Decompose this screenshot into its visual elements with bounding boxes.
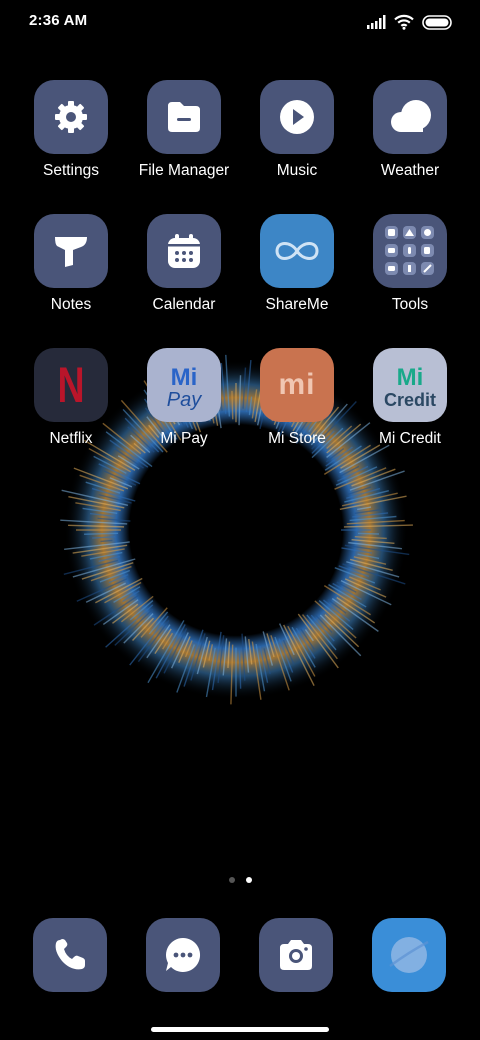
app-label: Notes	[50, 296, 92, 313]
app-label: Mi Store	[268, 430, 326, 447]
mi-credit-logo-credit: Credit	[383, 390, 436, 410]
tools-grid-icon	[373, 214, 447, 288]
infinity-icon	[260, 214, 334, 288]
app-settings[interactable]: Settings	[16, 80, 126, 180]
app-label: Tools	[391, 296, 429, 313]
app-file-manager[interactable]: File Manager	[129, 80, 239, 180]
phone-icon	[55, 939, 85, 970]
app-label: Calendar	[152, 296, 216, 313]
battery-icon	[422, 14, 452, 30]
netflix-logo-text: N	[57, 357, 85, 413]
dock-messaging[interactable]	[146, 918, 220, 992]
signal-icon	[367, 15, 386, 29]
app-music[interactable]: Music	[242, 80, 352, 180]
app-label: Settings	[42, 162, 99, 179]
app-notes[interactable]: Notes	[16, 214, 126, 314]
app-label: Netflix	[49, 430, 93, 447]
app-tools[interactable]: Tools	[355, 214, 465, 314]
app-mi-store[interactable]: mi Mi Store	[242, 348, 352, 448]
cloud-icon	[373, 80, 447, 154]
camera-icon	[280, 940, 312, 970]
app-label: Weather	[380, 162, 440, 179]
page-indicator	[0, 877, 480, 883]
netflix-n-icon: N	[34, 348, 108, 422]
page-dot[interactable]	[228, 877, 235, 883]
app-calendar[interactable]: Calendar	[129, 214, 239, 314]
browser-icon	[389, 937, 429, 973]
mi-credit-logo-icon: Mi Credit	[373, 348, 447, 422]
messaging-icon	[166, 937, 201, 972]
status-time: 2:36 AM	[29, 12, 88, 29]
app-label: ShareMe	[265, 296, 329, 313]
folder-icon	[147, 80, 221, 154]
mi-store-logo-icon: mi	[260, 348, 334, 422]
mi-pay-logo-mi: Mi	[170, 364, 198, 391]
dock-browser[interactable]	[372, 918, 446, 992]
app-label: Mi Credit	[378, 430, 441, 447]
status-icons	[367, 12, 452, 32]
settings-gear-icon	[34, 80, 108, 154]
mi-credit-logo-mi: Mi	[396, 364, 424, 391]
home-indicator[interactable]	[151, 1027, 329, 1032]
page-dot-active[interactable]	[245, 877, 252, 883]
app-label: Music	[276, 162, 318, 179]
status-bar: 2:36 AM	[0, 0, 480, 44]
funnel-note-icon	[34, 214, 108, 288]
app-mi-credit[interactable]: Mi Credit Mi Credit	[355, 348, 465, 448]
dock-camera[interactable]	[259, 918, 333, 992]
app-netflix[interactable]: N Netflix	[16, 348, 126, 448]
app-label: File Manager	[138, 162, 230, 179]
mi-pay-logo-icon: Mi Pay	[147, 348, 221, 422]
play-icon	[260, 80, 334, 154]
wifi-icon	[394, 14, 414, 30]
app-label: Mi Pay	[160, 430, 208, 447]
app-shareme[interactable]: ShareMe	[242, 214, 352, 314]
mi-pay-logo-pay: Pay	[166, 389, 202, 411]
calendar-icon	[147, 214, 221, 288]
mi-store-logo-text: mi	[278, 368, 316, 401]
app-mi-pay[interactable]: Mi Pay Mi Pay	[129, 348, 239, 448]
app-weather[interactable]: Weather	[355, 80, 465, 180]
dock-phone[interactable]	[33, 918, 107, 992]
